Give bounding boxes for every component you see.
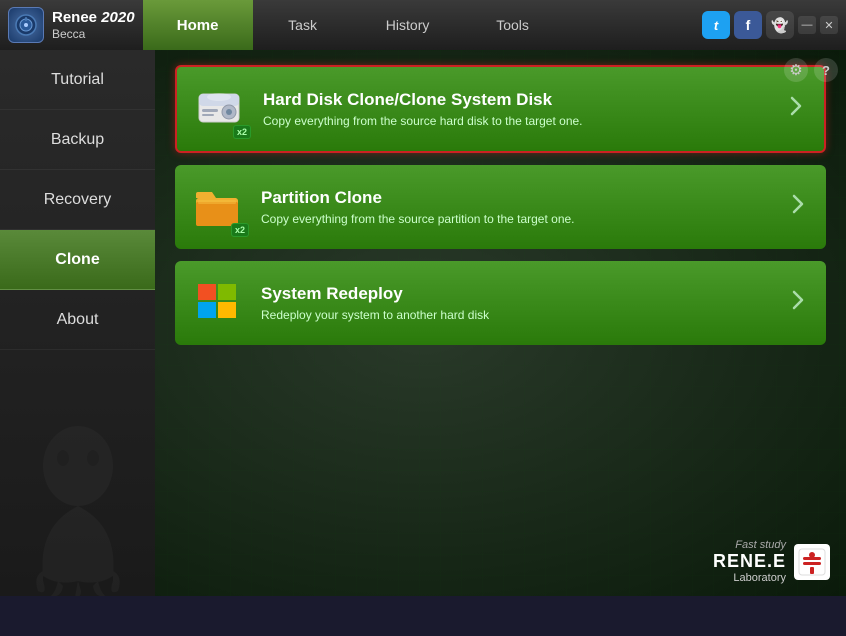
hard-disk-arrow (784, 94, 808, 124)
sidebar-item-tutorial[interactable]: Tutorial (0, 50, 155, 110)
title-bar: Renee 2020 Becca Home Task History Tools… (0, 0, 846, 50)
title-bar-right: t f 👻 — ✕ (702, 11, 838, 39)
hard-disk-text: Hard Disk Clone/Clone System Disk Copy e… (263, 90, 770, 128)
sidebar-item-clone[interactable]: Clone (0, 230, 155, 290)
brand-section: Fast study RENE.E Laboratory (713, 539, 830, 584)
sidebar-item-backup[interactable]: Backup (0, 110, 155, 170)
partition-desc: Copy everything from the source partitio… (261, 212, 772, 226)
hard-disk-desc: Copy everything from the source hard dis… (263, 114, 770, 128)
sidebar-item-about[interactable]: About (0, 290, 155, 350)
main-layout: Tutorial Backup Recovery Clone About (0, 50, 846, 596)
content-area: x2 Hard Disk Clone/Clone System Disk Cop… (155, 50, 846, 596)
twitter-button[interactable]: t (702, 11, 730, 39)
hard-disk-icon: x2 (193, 81, 249, 137)
renee-label: RENE.E (713, 551, 786, 572)
toolbar-icons: ⚙ ? (784, 58, 838, 82)
app-logo (8, 7, 44, 43)
system-redeploy-title: System Redeploy (261, 284, 772, 304)
system-redeploy-arrow (786, 288, 810, 318)
card-system-redeploy[interactable]: System Redeploy Redeploy your system to … (175, 261, 826, 345)
brand-logo (794, 544, 830, 580)
app-title-block: Renee 2020 Becca (52, 9, 135, 41)
partition-title: Partition Clone (261, 188, 772, 208)
minimize-button[interactable]: — (798, 16, 816, 34)
ghost-button[interactable]: 👻 (766, 11, 794, 39)
tab-tools[interactable]: Tools (463, 0, 563, 50)
app-subtitle: Becca (52, 27, 135, 41)
app-window: Renee 2020 Becca Home Task History Tools… (0, 0, 846, 636)
sidebar: Tutorial Backup Recovery Clone About (0, 50, 155, 596)
sidebar-item-recovery[interactable]: Recovery (0, 170, 155, 230)
system-redeploy-desc: Redeploy your system to another hard dis… (261, 308, 772, 322)
help-button[interactable]: ? (814, 58, 838, 82)
fast-study-label: Fast study (713, 539, 786, 551)
system-redeploy-icon (191, 275, 247, 331)
settings-button[interactable]: ⚙ (784, 58, 808, 82)
partition-arrow (786, 192, 810, 222)
hard-disk-badge: x2 (233, 125, 251, 139)
partition-text: Partition Clone Copy everything from the… (261, 188, 772, 226)
card-hard-disk-clone[interactable]: x2 Hard Disk Clone/Clone System Disk Cop… (175, 65, 826, 153)
laboratory-label: Laboratory (713, 572, 786, 584)
tab-history[interactable]: History (353, 0, 463, 50)
app-name: Renee 2020 (52, 9, 135, 27)
partition-badge: x2 (231, 223, 249, 237)
partition-icon: x2 (191, 179, 247, 235)
tab-task[interactable]: Task (253, 0, 353, 50)
card-partition-clone[interactable]: x2 Partition Clone Copy everything from … (175, 165, 826, 249)
tab-home[interactable]: Home (143, 0, 253, 50)
facebook-button[interactable]: f (734, 11, 762, 39)
brand-text: Fast study RENE.E Laboratory (713, 539, 786, 584)
close-button[interactable]: ✕ (820, 16, 838, 34)
system-redeploy-text: System Redeploy Redeploy your system to … (261, 284, 772, 322)
hard-disk-title: Hard Disk Clone/Clone System Disk (263, 90, 770, 110)
